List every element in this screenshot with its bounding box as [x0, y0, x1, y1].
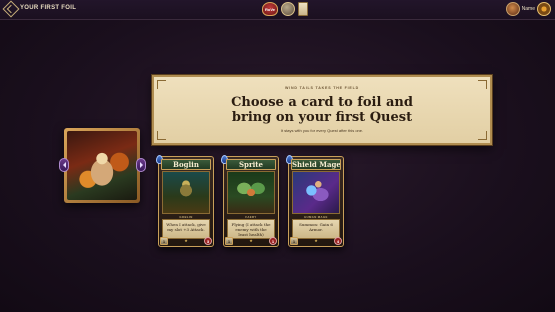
preview-next-button[interactable] — [136, 158, 146, 172]
heart-icon[interactable]: RoVe — [262, 2, 278, 16]
card-attack: 1 — [160, 237, 168, 245]
back-arrow-icon — [6, 4, 16, 14]
card-name: Boglin — [161, 159, 211, 170]
card-text: Flying (I attack the enemy with the leas… — [227, 219, 275, 239]
prompt-subtext: It stays with you for every Quest after … — [280, 128, 364, 133]
card-art — [227, 171, 275, 214]
preview-prev-button[interactable] — [59, 158, 69, 172]
card-attack: 1 — [290, 237, 298, 245]
coin-icon[interactable] — [281, 2, 295, 16]
foil-preview-card — [64, 128, 140, 203]
card-health: 3 — [204, 237, 212, 245]
foil-preview-art — [67, 131, 137, 200]
chevron-right-icon — [139, 162, 143, 168]
card-health: 4 — [334, 237, 342, 245]
scroll-icon[interactable] — [298, 2, 308, 16]
chevron-left-icon — [62, 162, 66, 168]
card-shield-mage[interactable]: Shield Mage HUMAN MAGE Summon: Gain 6 Ar… — [286, 155, 344, 247]
resource-bar: RoVe — [262, 2, 308, 16]
prompt-headline-line2: bring on your first Quest — [231, 110, 413, 125]
gear-icon[interactable] — [537, 2, 551, 16]
prompt-panel: WIND TAILS TAKES THE FIELD Choose a card… — [152, 75, 492, 145]
star-icon: ★ — [184, 238, 188, 243]
prompt-headline: Choose a card to foil and bring on your … — [154, 95, 490, 125]
avatar[interactable] — [505, 2, 520, 16]
card-attack: 1 — [225, 237, 233, 245]
back-button[interactable] — [2, 0, 20, 18]
star-icon: ★ — [249, 238, 253, 243]
user-name: Name — [521, 6, 535, 12]
card-sprite[interactable]: Sprite FAERY Flying (I attack the enemy … — [221, 155, 279, 247]
card-name: Shield Mage — [291, 159, 341, 170]
card-text: When I attack, give my slot +3 Attack. — [162, 219, 210, 239]
card-health: 1 — [269, 237, 277, 245]
card-art — [162, 171, 210, 214]
card-boglin[interactable]: Boglin GOBLIN When I attack, give my slo… — [156, 155, 214, 247]
card-name: Sprite — [226, 159, 276, 170]
card-text: Summon: Gain 6 Armor. — [292, 219, 340, 239]
screen-title: YOUR FIRST FOIL — [20, 5, 77, 11]
card-art — [292, 171, 340, 214]
heart-label: RoVe — [264, 6, 275, 12]
user-area: Name — [505, 2, 551, 16]
top-bar: YOUR FIRST FOIL RoVe Name — [0, 0, 555, 20]
prompt-headline-line1: Choose a card to foil and — [231, 95, 413, 110]
star-icon: ★ — [314, 238, 318, 243]
game-screen: YOUR FIRST FOIL RoVe Name WIND TAILS TAK… — [0, 0, 555, 312]
prompt-eyebrow: WIND TAILS TAKES THE FIELD — [285, 86, 359, 90]
